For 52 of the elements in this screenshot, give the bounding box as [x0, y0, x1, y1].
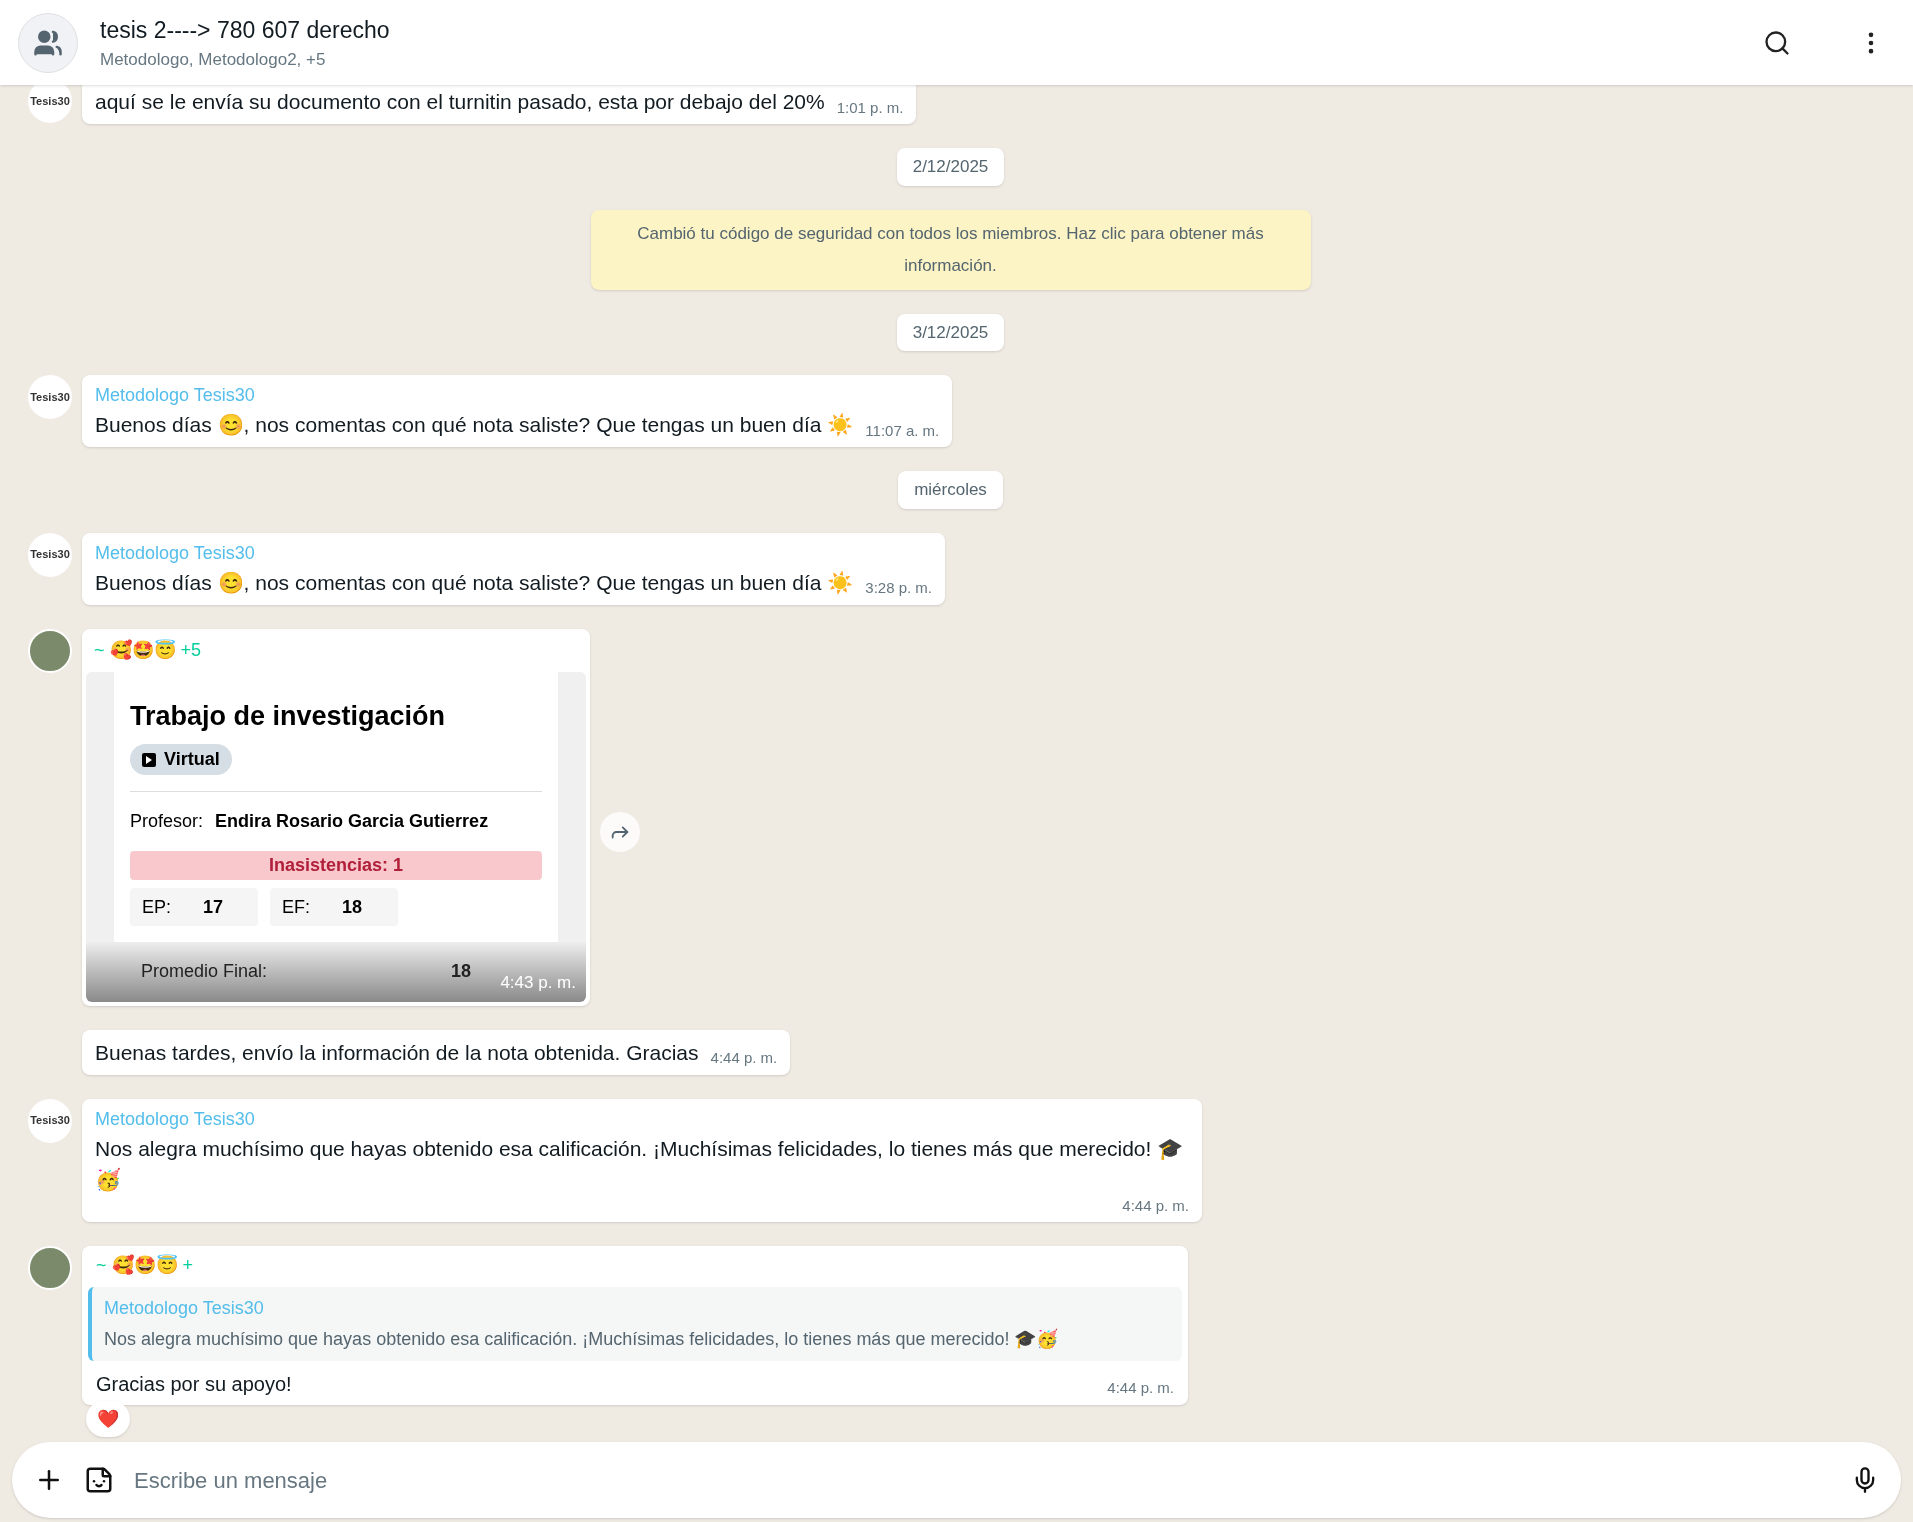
logo-text: Tesis30: [30, 547, 70, 563]
message-time: 4:43 p. m.: [500, 972, 576, 994]
card-title: Trabajo de investigación: [130, 699, 447, 733]
search-icon[interactable]: [1763, 28, 1791, 57]
professor-name: Endira Rosario Garcia Gutierrez: [215, 810, 489, 833]
message-text: Nos alegra muchísimo que hayas obtenido esa calificación. ¡Muchísimas felicidades, lo tienes más que merecido! 🎓🥳: [95, 1135, 1185, 1194]
chat-title[interactable]: tesis 2----> 780 607 derecho: [100, 12, 1741, 47]
logo-text: Tesis30: [30, 389, 70, 405]
message-time: 11:07 a. m.: [865, 420, 940, 441]
photo-avatar[interactable]: [28, 1246, 72, 1290]
date-chip: miércoles: [898, 471, 1003, 509]
absences-bar: Inasistencias: 1: [130, 851, 542, 880]
sender-name: Metodologo Tesis30: [95, 384, 256, 407]
message-text: Gracias por su apoyo!: [96, 1372, 292, 1397]
sender-name: Metodologo Tesis30: [95, 1107, 256, 1131]
message-input[interactable]: Escribe un mensaje: [134, 1463, 1831, 1497]
grade-value: 18: [342, 895, 363, 919]
message-input-field[interactable]: Escribe un mensaje: [12, 1442, 1901, 1518]
photo-avatar[interactable]: [28, 628, 72, 673]
sender-name: ~ 🥰🤩😇 +: [96, 1253, 195, 1277]
chat-members: Metodologo, Metodologo2, +5: [100, 49, 327, 71]
message-text: Buenos días 😊, nos comentas con qué nota saliste? Que tengas un buen día ☀: [95, 412, 854, 439]
message-text: aquí se le envía su documento con el turnitin pasado, esta por debajo del 20%: [95, 89, 825, 115]
logo-text: Tesis30: [30, 1113, 70, 1129]
date-chip: 2/12/2025: [896, 148, 1005, 186]
quoted-message[interactable]: Metodologo Tesis30 Nos alegra muchísimo que hayas obtenido esa calificación. ¡Muchísimas felicidades, lo tienes más que merecido! 🎓🥳: [88, 1287, 1182, 1361]
grade-label: EF:: [282, 895, 310, 919]
message-text: Buenas tardes, envío la información de la nota obtenida. Gracias: [95, 1039, 699, 1066]
logo-text: Tesis30: [30, 93, 70, 109]
message-text: Buenos días 😊, nos comentas con qué nota saliste? Que tengas un buen día ☀: [95, 569, 854, 597]
professor-label: Profesor:: [130, 810, 204, 833]
message-time: 3:28 p. m.: [865, 578, 933, 598]
sender-name: ~ 🥰🤩😇 +5: [94, 638, 203, 662]
security-notice[interactable]: Cambió tu código de seguridad con todos los miembros. Haz clic para obtener más información.: [590, 209, 1311, 290]
quoted-text: Nos alegra muchísimo que hayas obtenido esa calificación. ¡Muchísimas felicidades, lo tienes más que merecido! 🎓🥳: [104, 1327, 1060, 1351]
date-chip: 3/12/2025: [896, 313, 1005, 351]
heart-reaction[interactable]: ❤: [86, 1401, 130, 1437]
grade-value: 17: [203, 895, 224, 919]
message-time: 4:44 p. m.: [1122, 1195, 1189, 1216]
sticker-icon[interactable]: [84, 1465, 114, 1495]
sender-name: Metodologo Tesis30: [104, 1297, 265, 1320]
final-value: 18: [450, 960, 471, 983]
message-time: 4:44 p. m.: [1107, 1377, 1174, 1398]
tag-label: Virtual: [164, 748, 220, 771]
final-label: Promedio Final:: [141, 960, 268, 983]
grade-card-screenshot[interactable]: Trabajo de investigación Virtual Profesor: Endira Rosario Garcia Gutierrez Inasistencias: 1 EP: 17 EF: 18 Promedio Final: 18 4:43 p. m.: [86, 671, 586, 1002]
grade-label: EP:: [142, 895, 171, 919]
sender-name: Metodologo Tesis30: [95, 541, 256, 565]
forward-button[interactable]: [600, 812, 640, 852]
message-time: 4:44 p. m.: [710, 1048, 778, 1068]
play-icon: [142, 752, 156, 767]
message-time: 1:01 p. m.: [836, 97, 904, 118]
